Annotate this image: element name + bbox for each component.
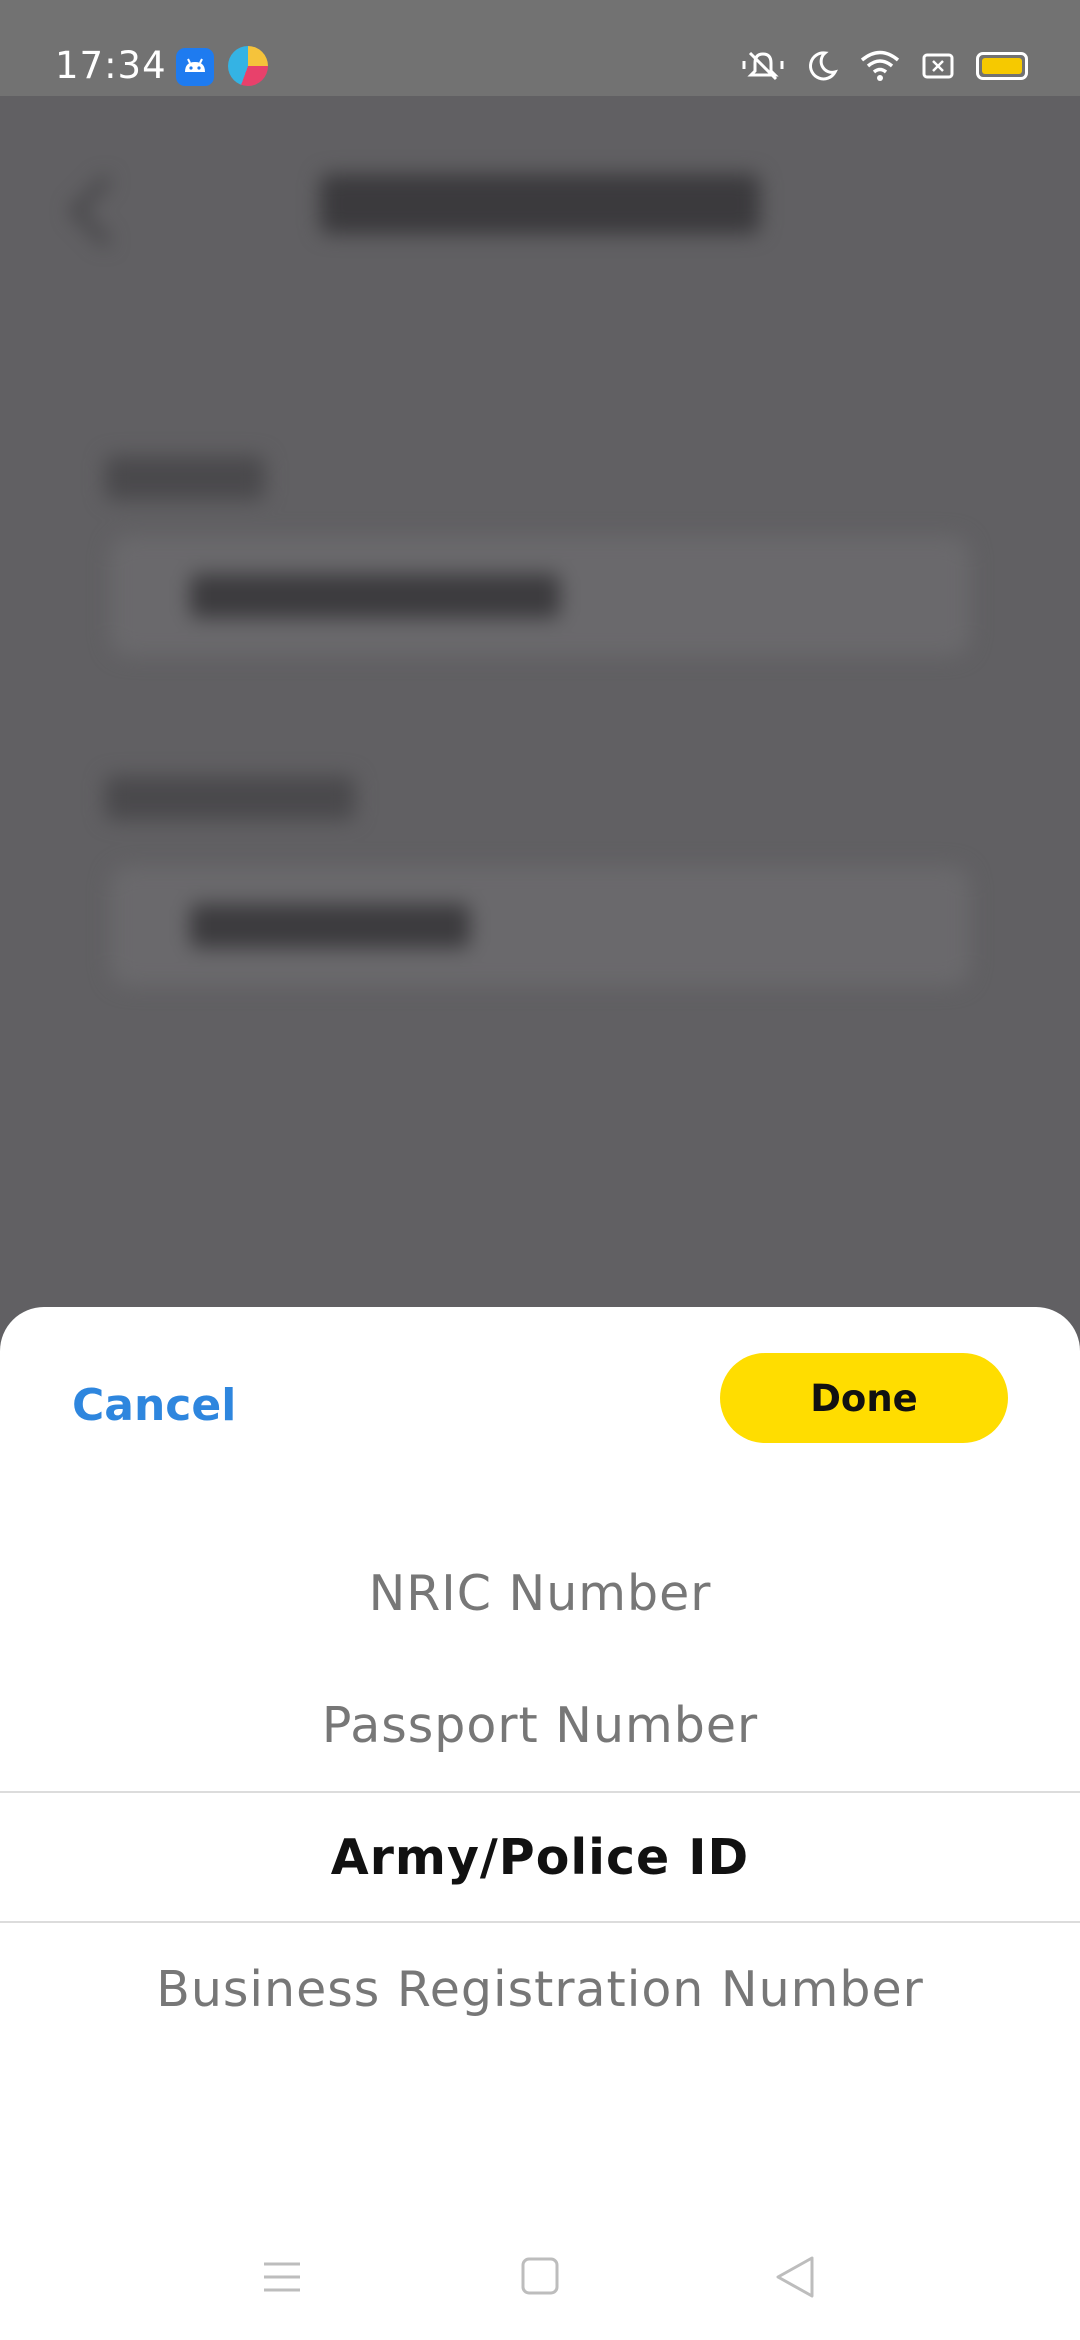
back-icon[interactable] (760, 2242, 830, 2312)
id-type-picker[interactable]: NRIC Number Passport Number Army/Police … (0, 1527, 1080, 2055)
cancel-button[interactable]: Cancel (72, 1371, 236, 1441)
do-not-disturb-icon (809, 51, 838, 81)
picker-option-nric[interactable]: NRIC Number (0, 1527, 1080, 1659)
status-icons (740, 46, 1028, 86)
background-label (105, 456, 265, 500)
no-sim-icon (922, 53, 954, 79)
background-field (110, 866, 970, 986)
picker-option-army-police-id[interactable]: Army/Police ID (0, 1791, 1080, 1923)
menu-icon[interactable] (247, 2242, 317, 2312)
home-icon[interactable] (505, 2242, 575, 2312)
background-page (0, 96, 1080, 1306)
browser-app-icon (228, 46, 268, 86)
background-title (320, 174, 760, 234)
status-bar: 17:34 (0, 0, 1080, 96)
battery-icon (976, 52, 1028, 80)
screen: 17:34 Cancel Done NRIC Number Passport N… (0, 0, 1080, 2340)
picker-option-business-registration[interactable]: Business Registration Number (0, 1923, 1080, 2055)
status-time: 17:34 (55, 44, 167, 87)
navigation-bar (0, 2220, 1080, 2340)
done-button[interactable]: Done (720, 1353, 1008, 1443)
android-app-icon (176, 48, 214, 86)
id-type-picker-sheet: Cancel Done NRIC Number Passport Number … (0, 1307, 1080, 2340)
background-label (105, 776, 355, 820)
picker-option-passport[interactable]: Passport Number (0, 1659, 1080, 1791)
vibrate-icon (742, 51, 784, 81)
wifi-icon (860, 50, 900, 81)
background-back-icon (69, 175, 141, 247)
background-field (110, 536, 970, 656)
